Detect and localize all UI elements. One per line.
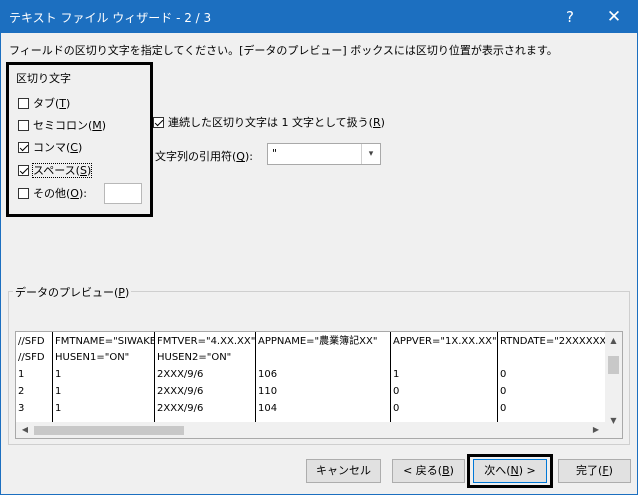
- preview-cell: HUSEN1="ON": [55, 352, 130, 363]
- finish-button[interactable]: 完了(F): [558, 459, 631, 483]
- cancel-button[interactable]: キャンセル: [306, 459, 381, 483]
- preview-column[interactable]: //SFD //SFD 1 2 3: [16, 332, 53, 422]
- preview-cell: 1: [55, 403, 62, 414]
- preview-cell: 104: [258, 403, 278, 414]
- preview-cell: FMTVER="4.XX.XX": [157, 336, 256, 347]
- preview-cell: 2XXX/9/6: [157, 369, 204, 380]
- title-bar[interactable]: テキスト ファイル ウィザード - 2 / 3 ? ✕: [1, 1, 637, 33]
- preview-cell: 1: [393, 369, 400, 380]
- window-title: テキスト ファイル ウィザード - 2 / 3: [9, 11, 212, 25]
- preview-cell: 2XXX/9/6: [157, 386, 204, 397]
- scroll-down-icon[interactable]: ▼: [605, 414, 622, 428]
- preview-cell: 0: [393, 403, 400, 414]
- preview-cell: FMTNAME="SIWAKE": [55, 336, 155, 347]
- preview-cell: APPVER="1X.XX.XX": [393, 336, 497, 347]
- semicolon-checkbox-label: セミコロン(M): [33, 119, 107, 132]
- preview-horizontal-scrollbar[interactable]: ◀ ▶: [16, 422, 605, 438]
- other-delimiter-input[interactable]: [104, 183, 142, 204]
- comma-checkbox-label: コンマ(C): [33, 141, 83, 154]
- preview-column[interactable]: RTNDATE="2XXXXXXX" 0 0 0: [498, 332, 605, 422]
- consecutive-checkbox-label: 連続した区切り文字は 1 文字として扱う(R): [168, 116, 385, 129]
- help-button[interactable]: ?: [549, 1, 591, 33]
- delimiters-group: 区切り文字 タブ(T) セミコロン(M) コンマ(C) スペース(S) その他(…: [6, 62, 153, 217]
- preview-cell: 1: [18, 369, 25, 380]
- next-button[interactable]: 次へ(N) >: [473, 459, 547, 483]
- instruction-text: フィールドの区切り文字を指定してください。[データのプレビュー] ボックスには区…: [9, 44, 558, 57]
- preview-cell: //SFD: [18, 352, 45, 363]
- text-qualifier-value: ": [272, 147, 278, 160]
- tab-checkbox[interactable]: タブ(T): [18, 95, 70, 111]
- horizontal-scroll-thumb[interactable]: [34, 426, 184, 435]
- back-button[interactable]: < 戻る(B): [392, 459, 465, 483]
- preview-cell: 1: [55, 386, 62, 397]
- preview-cell: 110: [258, 386, 278, 397]
- semicolon-checkbox[interactable]: セミコロン(M): [18, 117, 106, 133]
- delimiters-legend: 区切り文字: [16, 72, 71, 85]
- other-checkbox-box[interactable]: [18, 187, 29, 199]
- other-checkbox[interactable]: その他(O):: [18, 185, 87, 201]
- consecutive-checkbox-box[interactable]: [153, 116, 164, 128]
- preview-cell: 0: [500, 386, 507, 397]
- preview-cell: 0: [500, 369, 507, 380]
- preview-cell: 0: [393, 386, 400, 397]
- tab-checkbox-box[interactable]: [18, 97, 29, 109]
- scroll-right-icon[interactable]: ▶: [589, 422, 603, 438]
- preview-column[interactable]: APPNAME="農業簿記XX" 106 110 104: [256, 332, 391, 422]
- space-checkbox-label: スペース(S): [31, 163, 93, 178]
- preview-column[interactable]: FMTNAME="SIWAKE" HUSEN1="ON" 1 1 1: [53, 332, 155, 422]
- preview-cell: //SFD: [18, 336, 45, 347]
- space-checkbox[interactable]: スペース(S): [18, 162, 93, 178]
- comma-checkbox[interactable]: コンマ(C): [18, 139, 82, 155]
- preview-cell: 0: [500, 403, 507, 414]
- tab-checkbox-label: タブ(T): [33, 97, 71, 110]
- semicolon-checkbox-box[interactable]: [18, 119, 29, 131]
- text-qualifier-label: 文字列の引用符(Q):: [155, 150, 253, 163]
- preview-cell: APPNAME="農業簿記XX": [258, 336, 378, 347]
- preview-cell: 2: [18, 386, 25, 397]
- preview-cell: 1: [55, 369, 62, 380]
- comma-checkbox-box[interactable]: [18, 141, 29, 153]
- data-preview[interactable]: //SFD //SFD 1 2 3 FMTNAME="SIWAKE" HUSEN…: [15, 331, 623, 439]
- scroll-up-icon[interactable]: ▲: [605, 334, 622, 348]
- close-button[interactable]: ✕: [593, 1, 635, 33]
- text-qualifier-select[interactable]: " ▾: [267, 143, 381, 165]
- preview-cell: RTNDATE="2XXXXXXX": [500, 336, 605, 347]
- preview-label: データのプレビュー(P): [13, 284, 132, 300]
- text-import-wizard-dialog: テキスト ファイル ウィザード - 2 / 3 ? ✕ フィールドの区切り文字を…: [0, 0, 638, 495]
- vertical-scroll-thumb[interactable]: [608, 356, 619, 374]
- consecutive-delimiters-checkbox[interactable]: 連続した区切り文字は 1 文字として扱う(R): [153, 114, 385, 130]
- preview-vertical-scrollbar[interactable]: ▲ ▼: [605, 332, 622, 438]
- preview-cell: HUSEN2="ON": [157, 352, 232, 363]
- other-checkbox-label: その他(O):: [33, 187, 87, 200]
- preview-cell: 106: [258, 369, 278, 380]
- preview-column[interactable]: APPVER="1X.XX.XX" 1 0 0: [391, 332, 498, 422]
- scroll-left-icon[interactable]: ◀: [18, 422, 32, 438]
- space-checkbox-box[interactable]: [18, 164, 29, 176]
- preview-cell: 3: [18, 403, 25, 414]
- preview-cell: 2XXX/9/6: [157, 403, 204, 414]
- chevron-down-icon[interactable]: ▾: [361, 144, 380, 164]
- preview-column[interactable]: FMTVER="4.XX.XX" HUSEN2="ON" 2XXX/9/6 2X…: [155, 332, 256, 422]
